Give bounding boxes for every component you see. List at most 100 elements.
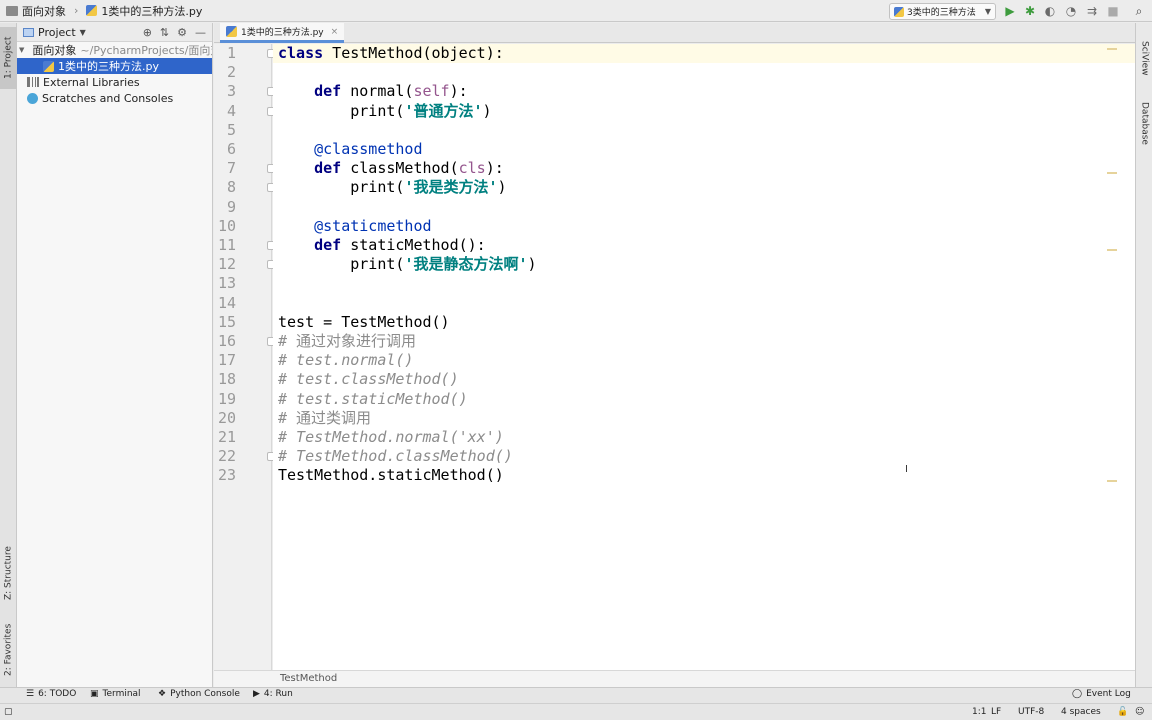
code-line-15: test = TestMethod() — [278, 312, 450, 331]
inspector-icon[interactable]: ☺ — [1135, 707, 1144, 717]
line-number: 10 — [217, 216, 236, 235]
lock-icon[interactable]: 🔓 — [1117, 707, 1128, 717]
project-panel-header: Project ▼ ⊕ ⇅ ⚙ — — [17, 23, 212, 42]
hide-icon[interactable]: — — [195, 26, 206, 39]
tab-project[interactable]: 1: Project — [0, 27, 17, 89]
tab-favorites[interactable]: 2: Favorites — [0, 615, 17, 685]
code-line-1: class TestMethod(object): — [273, 44, 1135, 64]
project-panel: Project ▼ ⊕ ⇅ ⚙ — ▼ 面向对象 ~/PycharmProjec… — [17, 23, 213, 687]
status-bar: ▢ 1:1 LF UTF-8 4 spaces 🔓 ☺ — [0, 703, 1152, 720]
tab-sciview-label: SciView — [1139, 40, 1150, 76]
run-config-select[interactable]: 3类中的三种方法 ▼ — [889, 3, 996, 20]
file-encoding[interactable]: UTF-8 — [1018, 707, 1044, 717]
tree-item-root-path: ~/PycharmProjects/面向对 — [80, 44, 212, 57]
code-line-17: # test.normal() — [278, 351, 414, 370]
debug-icon[interactable]: ✱ — [1023, 4, 1037, 18]
tree-item-file[interactable]: 1类中的三种方法.py — [17, 58, 212, 74]
line-number: 1 — [226, 44, 236, 62]
tab-event-log-label: Event Log — [1086, 689, 1131, 699]
code-line-21: # TestMethod.normal('xx') — [278, 428, 504, 446]
code-line-22: # TestMethod.classMethod() — [278, 447, 513, 466]
tab-event-log[interactable]: ◯ Event Log — [1072, 689, 1131, 699]
code-line-8: print('我是类方法') — [350, 178, 507, 197]
build-icon[interactable]: ⇉ — [1085, 4, 1099, 18]
tab-favorites-label: 2: Favorites — [3, 623, 14, 677]
python-file-icon — [86, 5, 98, 16]
code-editor[interactable]: class TestMethod(object): def normal(sel… — [273, 44, 1135, 670]
run-icon: ▶ — [253, 689, 260, 699]
tab-structure[interactable]: Z: Structure — [0, 533, 17, 613]
tree-item-root[interactable]: ▼ 面向对象 ~/PycharmProjects/面向对 — [17, 42, 212, 58]
code-line-11: def staticMethod(): — [314, 236, 486, 254]
chevron-down-icon: ▼ — [984, 7, 991, 16]
chevron-down-icon: ▼ — [19, 46, 25, 54]
todo-icon: ☰ — [26, 689, 35, 699]
code-line-6: @classmethod — [314, 140, 423, 158]
navigation-bar: 面向对象 › 1类中的三种方法.py 3类中的三种方法 ▼ ▶ ✱ ◐ ◔ ⇉ … — [0, 0, 1152, 22]
folder-icon — [6, 5, 18, 16]
tab-terminal-label: Terminal — [102, 689, 141, 699]
line-number: 18 — [217, 370, 236, 389]
tab-run[interactable]: ▶ 4: Run — [253, 689, 293, 699]
tree-item-external-libraries-label: External Libraries — [43, 75, 140, 89]
tree-item-scratches-label: Scratches and Consoles — [42, 91, 174, 105]
line-number: 2 — [226, 63, 236, 82]
error-stripe-marker[interactable] — [1107, 172, 1117, 174]
coverage-icon[interactable]: ◐ — [1043, 4, 1057, 18]
tab-terminal[interactable]: ▣ Terminal — [90, 689, 141, 699]
line-number: 12 — [217, 255, 236, 274]
python-file-icon — [43, 60, 54, 72]
breadcrumb-project[interactable]: 面向对象 — [22, 3, 66, 19]
tab-todo[interactable]: ☰ 6: TODO — [26, 689, 76, 699]
tree-item-external-libraries[interactable]: External Libraries — [17, 74, 212, 90]
line-number: 9 — [226, 197, 236, 216]
code-line-4: print('普通方法') — [350, 101, 492, 120]
editor-tab[interactable]: 1类中的三种方法.py × — [220, 23, 345, 43]
terminal-icon: ▣ — [90, 689, 99, 699]
line-number: 5 — [226, 120, 236, 139]
line-number: 6 — [226, 140, 236, 158]
line-number: 22 — [217, 447, 236, 466]
gear-icon[interactable]: ⚙ — [177, 26, 187, 39]
run-icon[interactable]: ▶ — [1003, 4, 1017, 18]
error-stripe-marker[interactable] — [1107, 480, 1117, 482]
profile-icon[interactable]: ◔ — [1064, 4, 1078, 18]
collapse-icon[interactable]: ⇅ — [160, 26, 169, 39]
error-stripe-marker[interactable] — [1107, 249, 1117, 251]
event-log-icon: ◯ — [1072, 689, 1083, 699]
tab-python-console-label: Python Console — [170, 689, 240, 699]
line-number: 13 — [217, 274, 236, 293]
tab-sciview[interactable]: SciView — [1136, 29, 1152, 87]
code-line-12: print('我是静态方法啊') — [350, 255, 537, 274]
editor-breadcrumb[interactable]: TestMethod — [214, 670, 1135, 687]
code-line-7: def classMethod(cls): — [314, 159, 504, 178]
python-file-icon — [226, 26, 237, 37]
tab-database-label: Database — [1139, 101, 1150, 145]
error-stripe-marker[interactable] — [1107, 48, 1117, 50]
text-cursor-icon: I — [905, 464, 908, 475]
toggle-tool-windows-icon[interactable]: ▢ — [4, 707, 13, 717]
code-line-3: def normal(self): — [314, 82, 468, 101]
stop-icon[interactable]: ■ — [1106, 4, 1120, 18]
line-number: 3 — [226, 82, 236, 101]
code-line-10: @staticmethod — [314, 216, 432, 235]
indent-setting[interactable]: 4 spaces — [1061, 707, 1101, 717]
code-line-18: # test.classMethod() — [278, 370, 459, 389]
project-panel-title[interactable]: Project — [38, 26, 76, 39]
tab-run-label: 4: Run — [263, 689, 293, 699]
chevron-down-icon[interactable]: ▼ — [80, 28, 86, 37]
caret-position[interactable]: 1:1 — [972, 707, 986, 717]
editor-tab-bar: 1类中的三种方法.py × — [214, 23, 1135, 43]
line-number: 21 — [217, 428, 236, 446]
python-console-icon: ❖ — [158, 689, 167, 699]
tab-database[interactable]: Database — [1136, 93, 1152, 153]
tree-item-scratches[interactable]: Scratches and Consoles — [17, 90, 212, 106]
breadcrumb-file[interactable]: 1类中的三种方法.py — [101, 3, 202, 19]
tab-python-console[interactable]: ❖ Python Console — [158, 689, 240, 699]
library-icon — [27, 77, 39, 87]
close-icon[interactable]: × — [331, 27, 339, 37]
line-separator[interactable]: LF — [991, 707, 1001, 717]
search-icon[interactable]: ⌕ — [1132, 4, 1146, 18]
line-number: 7 — [226, 159, 236, 178]
locate-icon[interactable]: ⊕ — [143, 26, 152, 39]
